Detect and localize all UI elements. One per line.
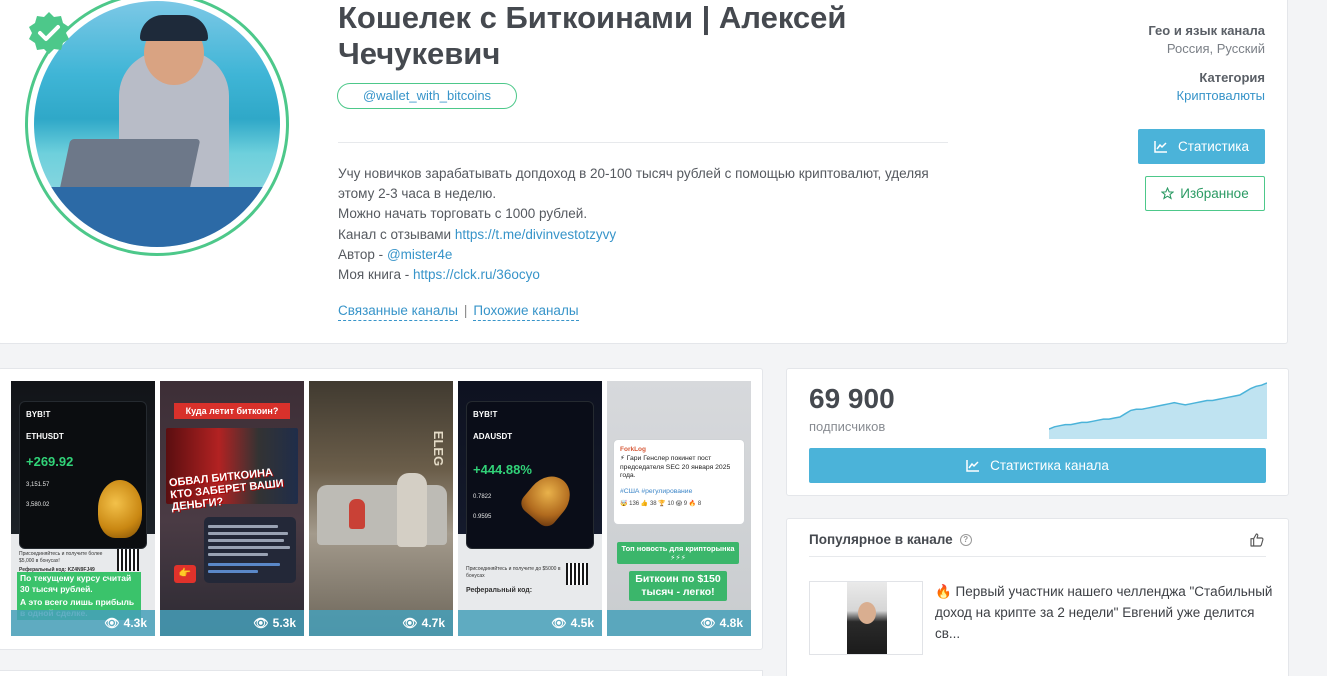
chart-line-icon [1154,140,1168,153]
post-preview-4[interactable]: BYB!T ADAUSDT +444.88% 0.7822 0.9595 При… [458,381,602,636]
promo-text: Присоединяйтесь и получите более $5,000 … [19,551,103,564]
post-banner: Куда летит биткоин? [174,403,290,419]
similar-channels-link[interactable]: Похожие каналы [473,303,579,321]
eye-icon: 👁 [104,616,120,630]
post-views: 👁 4.7k [309,610,453,636]
channel-statistics-label: Статистика канала [990,458,1109,473]
bitcoin-pill: Биткоин по $150 тысяч - легко! [629,571,727,601]
post-preview-2[interactable]: Куда летит биткоин? ОБВАЛ БИТКОИНА КТО З… [160,381,304,636]
channel-statistics-button[interactable]: Статистика канала [809,448,1266,483]
channel-title: Кошелек с Биткоинами | Алексей Чечукевич [338,0,847,71]
post-views: 👁 4.3k [11,610,155,636]
sparkline-area [1049,383,1267,439]
money-bag-icon [98,480,142,538]
next-section-card [0,670,763,676]
popular-title-text: Популярное в канале [809,532,953,547]
post-views: 👁 4.8k [607,610,751,636]
eye-icon: 👁 [402,616,418,630]
eye-icon: 👁 [700,616,716,630]
post-preview-3[interactable]: ELEG 👁 4.7k [309,381,453,636]
post-preview-1[interactable]: BYB!T ETHUSDT +269.92 3,151.57 3,580.02 … [11,381,155,636]
trade-profit: +269.92 [26,454,74,469]
forwarded-message [204,517,296,583]
post-preview-5[interactable]: ForkLog ⚡ Гари Генслер покинет пост пред… [607,381,751,636]
statistics-button-label: Статистика [1178,139,1249,154]
man-figure [397,473,427,547]
current-price: 3,580.02 [26,502,50,508]
category-label: Категория [1199,70,1265,85]
eye-icon: 👁 [551,616,567,630]
channel-description: Учу новичков зарабатывать допдоход в 20-… [338,164,948,285]
post-views: 👁 4.5k [458,610,602,636]
subscribers-count: 69 900 [809,383,895,414]
sofa-image [317,485,447,545]
reviews-label: Канал с отзывами [338,226,452,242]
recent-posts-card: BYB!T ETHUSDT +269.92 3,151.57 3,580.02 … [0,368,763,650]
star-icon [1161,187,1175,200]
news-text: ⚡ Гари Генслер покинет пост председателя… [620,455,731,479]
qr-code-icon [566,563,588,585]
related-links: Связанные каналы | Похожие каналы [338,303,579,321]
subscribers-sparkline [1049,382,1267,439]
bybit-logo: BYB!T [473,410,498,419]
subscribers-label: подписчиков [809,419,886,434]
chart-line-icon [966,459,980,472]
verified-badge-icon [29,12,69,54]
geo-value: Россия, Русский [1166,41,1265,56]
forwarded-news: ForkLog ⚡ Гари Генслер покинет пост пред… [613,439,745,525]
news-tags: #США #регулирование [620,488,693,495]
statistics-button[interactable]: Статистика [1138,129,1265,164]
referral-code: Реферальный код: [466,587,533,594]
author-link[interactable]: @mister4e [387,247,452,262]
entry-price: 3,151.57 [26,482,50,488]
store-sign: ELEG [431,430,447,467]
current-price: 0.9595 [473,514,492,520]
pointing-hand-icon: 👉 [174,565,196,583]
trade-profit: +444.88% [473,462,532,477]
links-separator: | [463,303,468,318]
category-link[interactable]: Криптовалюты [1177,88,1265,103]
header-divider [338,142,948,143]
book-link[interactable]: https://clck.ru/36ocyo [413,267,540,282]
news-source: ForkLog [620,446,646,453]
trade-card: BYB!T ETHUSDT +269.92 3,151.57 3,580.02 [19,401,147,549]
subscribers-card: 69 900 подписчиков Статистика канала [786,368,1289,496]
bybit-logo: BYB!T [26,410,51,419]
favorites-button-label: Избранное [1180,186,1249,201]
trade-pair: ETHUSDT [26,432,64,441]
geo-block: Гео и язык канала Россия, Русский [1148,23,1265,56]
popular-posts-card: Популярное в канале ? 🔥 Первый участник … [786,518,1289,676]
post-views: 👁 5.3k [160,610,304,636]
news-reactions: 🤯 136 👍 38 🏆 10 😱 9 🔥 8 [620,501,702,507]
popular-title: Популярное в канале ? [809,532,972,547]
related-channels-link[interactable]: Связанные каналы [338,303,458,321]
thumbs-up-icon[interactable] [1249,532,1265,548]
popular-post-thumbnail[interactable] [809,581,923,655]
promo-text: Присоединяйтесь и получите до $5000 в бо… [466,566,561,579]
description-line-2: Можно начать торговать с 1000 рублей. [338,206,588,222]
description-line-1: Учу новичков зарабатывать допдоход в 20-… [338,166,929,202]
channel-handle[interactable]: @wallet_with_bitcoins [337,83,517,109]
qr-code-icon [117,549,139,571]
post-caption-1: По текущему курсу считай 30 тысяч рублей… [17,572,141,596]
trade-pair: ADAUSDT [473,432,513,441]
trade-card: BYB!T ADAUSDT +444.88% 0.7822 0.9595 [466,401,594,549]
category-block: Категория Криптовалюты [1177,70,1265,103]
top-news-pill: Топ новость для крипторынка ⚡⚡⚡ [617,542,739,564]
popular-divider [809,556,1266,557]
favorites-button[interactable]: Избранное [1145,176,1265,211]
author-label: Автор - [338,246,384,262]
book-label: Моя книга - [338,267,410,283]
reviews-link[interactable]: https://t.me/divinvestotzyvy [455,227,616,242]
popular-post-text[interactable]: 🔥 Первый участник нашего челленджа "Стаб… [935,581,1275,644]
entry-price: 0.7822 [473,494,492,500]
eye-icon: 👁 [253,616,269,630]
child-figure [349,499,365,529]
geo-label: Гео и язык канала [1148,23,1265,38]
help-icon[interactable]: ? [959,533,972,546]
